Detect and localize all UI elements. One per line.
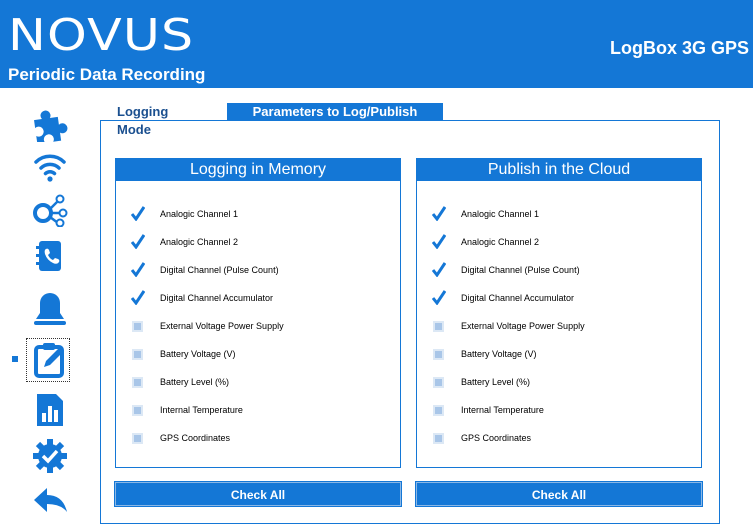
checkbox-unchecked[interactable]	[132, 404, 143, 416]
checkbox-item[interactable]: Analogic Channel 2	[131, 233, 239, 249]
product-name: LogBox 3G GPS	[609, 38, 749, 58]
checkbox-label: External Voltage Power Supply	[461, 321, 585, 331]
page-title: Periodic Data Recording	[8, 65, 206, 84]
check-all-cloud-button[interactable]: Check All	[415, 481, 703, 507]
checkbox-item[interactable]: Battery Level (%)	[132, 375, 229, 389]
checkbox-item[interactable]: Analogic Channel 1	[432, 205, 540, 221]
checkbox-checked[interactable]	[131, 205, 145, 221]
bell-icon[interactable]	[30, 290, 70, 330]
checkbox-item[interactable]: External Voltage Power Supply	[433, 319, 585, 333]
checkbox-checked[interactable]	[131, 261, 145, 277]
checkbox-label: Battery Voltage (V)	[461, 349, 537, 359]
tab-logging-mode[interactable]: Logging Mode	[117, 103, 168, 137]
checkbox-unchecked[interactable]	[132, 348, 143, 360]
checkbox-label: Battery Level (%)	[160, 377, 230, 387]
checkbox-item[interactable]: Digital Channel (Pulse Count)	[131, 261, 279, 277]
tab-parameters[interactable]: Parameters to Log/Publish	[227, 103, 443, 121]
checkbox-item[interactable]: Digital Channel (Pulse Count)	[432, 261, 580, 277]
checkbox-item[interactable]: Battery Voltage (V)	[132, 347, 236, 361]
check-all-memory-button[interactable]: Check All	[114, 481, 402, 507]
checkbox-label: GPS Coordinates	[160, 433, 231, 443]
checkbox-item[interactable]: GPS Coordinates	[433, 431, 531, 445]
app-header: NOVUS Periodic Data Recording LogBox 3G …	[0, 0, 753, 88]
cloud-publish-title: Publish in the Cloud	[417, 159, 701, 182]
active-item-focus	[26, 338, 70, 382]
checkbox-checked[interactable]	[432, 205, 446, 221]
checkbox-item[interactable]: GPS Coordinates	[132, 431, 230, 445]
checkbox-item[interactable]: Battery Voltage (V)	[433, 347, 537, 361]
sidebar-nav	[0, 100, 100, 532]
report-chart-icon[interactable]	[30, 390, 70, 430]
active-item-marker	[12, 356, 18, 362]
checkbox-checked[interactable]	[432, 289, 446, 305]
checkbox-checked[interactable]	[131, 233, 145, 249]
checkbox-checked[interactable]	[432, 261, 446, 277]
checkbox-item[interactable]: Internal Temperature	[132, 403, 243, 417]
checkbox-label: Analogic Channel 2	[461, 237, 540, 247]
checkbox-item[interactable]: Analogic Channel 2	[432, 233, 540, 249]
checkbox-label: Digital Channel Accumulator	[461, 293, 575, 303]
checkbox-label: Digital Channel (Pulse Count)	[461, 265, 580, 275]
checkbox-label: GPS Coordinates	[461, 433, 532, 443]
checkbox-item[interactable]: Internal Temperature	[433, 403, 544, 417]
back-arrow-icon[interactable]	[30, 480, 70, 520]
logging-memory-group: Logging in Memory Analogic Channel 1 Anal…	[115, 158, 401, 468]
checkbox-unchecked[interactable]	[433, 376, 444, 388]
checkbox-item[interactable]: External Voltage Power Supply	[132, 319, 284, 333]
checkbox-item[interactable]: Digital Channel Accumulator	[131, 289, 274, 305]
checkbox-unchecked[interactable]	[433, 320, 444, 332]
cloud-publish-group: Publish in the Cloud Analogic Channel 1 A…	[416, 158, 702, 468]
checkbox-unchecked[interactable]	[132, 376, 143, 388]
wifi-icon[interactable]	[30, 146, 70, 186]
puzzle-icon[interactable]	[30, 104, 70, 144]
checkbox-unchecked[interactable]	[433, 404, 444, 416]
checkbox-checked[interactable]	[432, 233, 446, 249]
checkbox-label: Analogic Channel 2	[160, 237, 239, 247]
checkbox-label: Analogic Channel 1	[461, 209, 540, 219]
checkbox-label: Battery Voltage (V)	[160, 349, 236, 359]
checkbox-unchecked[interactable]	[132, 432, 143, 444]
checkbox-item[interactable]: Battery Level (%)	[433, 375, 530, 389]
contacts-book-icon[interactable]	[30, 236, 70, 276]
checkbox-unchecked[interactable]	[433, 432, 444, 444]
checkbox-label: Analogic Channel 1	[160, 209, 239, 219]
checkbox-item[interactable]: Analogic Channel 1	[131, 205, 239, 221]
checkbox-label: External Voltage Power Supply	[160, 321, 284, 331]
checkbox-item[interactable]: Digital Channel Accumulator	[432, 289, 575, 305]
network-icon[interactable]	[30, 190, 70, 230]
logging-memory-title: Logging in Memory	[116, 159, 400, 182]
novus-logo: NOVUS	[8, 10, 195, 61]
checkbox-label: Digital Channel (Pulse Count)	[160, 265, 279, 275]
gear-check-icon[interactable]	[30, 436, 70, 476]
checkbox-checked[interactable]	[131, 289, 145, 305]
checkbox-label: Digital Channel Accumulator	[160, 293, 274, 303]
checkbox-label: Internal Temperature	[160, 405, 243, 415]
checkbox-unchecked[interactable]	[433, 348, 444, 360]
checkbox-label: Internal Temperature	[461, 405, 544, 415]
checkbox-unchecked[interactable]	[132, 320, 143, 332]
checkbox-label: Battery Level (%)	[461, 377, 531, 387]
